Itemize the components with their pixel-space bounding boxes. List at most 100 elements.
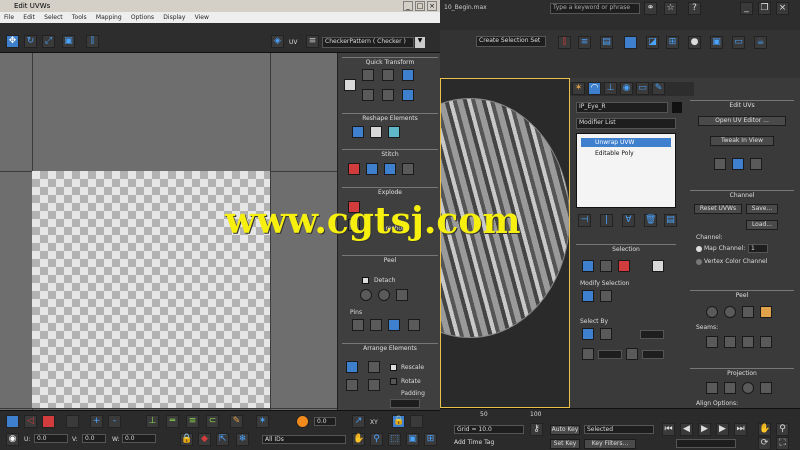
tweak-settings-icon[interactable]	[750, 158, 762, 170]
edge-mode-icon[interactable]: ◁	[24, 415, 37, 428]
peel-mode-icon[interactable]	[724, 306, 736, 318]
key-filters-button[interactable]: Key Filters...	[584, 439, 636, 449]
stitch-source-icon[interactable]	[348, 163, 360, 175]
u-field[interactable]: 0.0	[34, 434, 68, 443]
pin-icon[interactable]	[370, 319, 382, 331]
vertex-select-icon[interactable]	[582, 260, 594, 272]
zoom-view-icon[interactable]: ⚲	[776, 423, 789, 436]
stack-item-unwrap[interactable]: Unwrap UVW	[581, 138, 671, 147]
vertex-color-radio[interactable]	[696, 259, 702, 265]
layer-icon[interactable]: ▤	[600, 36, 613, 49]
stitch-target-icon[interactable]	[366, 163, 378, 175]
texture-icon[interactable]	[410, 415, 423, 428]
mirror-icon[interactable]: ⫿	[558, 36, 571, 49]
schematic-icon[interactable]: ⊞	[666, 36, 679, 49]
object-name-field[interactable]: IP_Eye_R	[576, 102, 668, 113]
relax-icon[interactable]	[370, 126, 382, 138]
space-horizontal-icon[interactable]	[362, 89, 374, 101]
graphite-icon[interactable]	[624, 36, 637, 49]
mirror-icon[interactable]: ⫿	[86, 35, 99, 48]
align-v-icon[interactable]	[382, 69, 394, 81]
add-time-tag-button[interactable]: Add Time Tag	[454, 439, 494, 446]
close-icon[interactable]: ×	[776, 2, 789, 15]
edit-seams-icon[interactable]	[706, 336, 718, 348]
tweak-in-view-button[interactable]: Tweak In View	[710, 136, 774, 146]
pan-view-icon[interactable]: ✋	[758, 423, 771, 436]
pack-custom-icon[interactable]	[346, 379, 358, 391]
planar-angle-icon[interactable]	[582, 348, 594, 360]
stitch-average-icon[interactable]	[384, 163, 396, 175]
planar-map-icon[interactable]	[706, 382, 718, 394]
menu-options[interactable]: Options	[131, 14, 154, 21]
ring-select-icon[interactable]: ═	[166, 415, 179, 428]
shrink-selection-icon[interactable]	[600, 290, 612, 302]
binoculars-icon[interactable]: ⚭	[644, 2, 657, 15]
maximize-button[interactable]: □	[415, 1, 425, 11]
falloff-field[interactable]: 0.0	[314, 417, 336, 426]
auto-pin-icon[interactable]	[408, 319, 420, 331]
menu-display[interactable]: Display	[163, 14, 185, 21]
edge-select-icon[interactable]: ≡	[186, 415, 199, 428]
current-frame-field[interactable]	[676, 439, 736, 448]
texture-dropdown[interactable]: CheckerPattern ( Checker )	[322, 37, 414, 48]
element-mode-icon[interactable]	[66, 415, 79, 428]
chevron-down-icon[interactable]: ▼	[415, 37, 425, 48]
pack-settings-icon[interactable]	[368, 379, 380, 391]
rotate-90-icon[interactable]	[402, 69, 414, 81]
search-input[interactable]: Type a keyword or phrase	[550, 3, 640, 14]
element-select-icon[interactable]	[652, 260, 664, 272]
rescale-checkbox[interactable]	[390, 364, 397, 371]
padding-field[interactable]	[390, 399, 420, 408]
load-button[interactable]: Load...	[746, 220, 778, 230]
open-uv-editor-button[interactable]: Open UV Editor ...	[698, 116, 786, 126]
move-icon[interactable]: ✥	[6, 35, 19, 48]
lock-selection-icon[interactable]: 🔒	[180, 433, 193, 446]
straighten-icon[interactable]	[352, 126, 364, 138]
make-unique-icon[interactable]: ∀	[622, 214, 635, 227]
render-frame-icon[interactable]: ▭	[732, 36, 745, 49]
align-icon[interactable]	[344, 79, 356, 91]
ignore-backfacing-icon[interactable]	[582, 328, 594, 340]
goto-end-icon[interactable]: ⏭	[734, 423, 747, 436]
relax-settings-icon[interactable]	[388, 126, 400, 138]
convert-edge-seam-icon[interactable]	[742, 336, 754, 348]
paint-select-icon[interactable]: ⊂	[206, 415, 219, 428]
auto-key-button[interactable]: Auto Key	[550, 425, 580, 435]
space-vertical-icon[interactable]	[382, 89, 394, 101]
pack-together-icon[interactable]	[368, 361, 380, 373]
selection-set-dropdown[interactable]: Create Selection Set	[476, 36, 546, 47]
menu-file[interactable]: File	[4, 14, 14, 21]
menu-view[interactable]: View	[195, 14, 209, 21]
restore-icon[interactable]: ❐	[758, 2, 771, 15]
options-icon[interactable]: ≡	[306, 35, 319, 48]
maximize-viewport-icon[interactable]: ⛶	[776, 437, 789, 450]
motion-tab-icon[interactable]: ◉	[620, 82, 633, 95]
reset-peel-icon[interactable]	[742, 306, 754, 318]
tweak-icon[interactable]	[714, 158, 726, 170]
brush-icon[interactable]: ✎	[230, 415, 243, 428]
close-button[interactable]: ×	[427, 1, 437, 11]
set-key-button[interactable]: Set Key	[550, 439, 580, 449]
symmetry-icon[interactable]: ↗	[352, 415, 365, 428]
utilities-tab-icon[interactable]: ✎	[652, 82, 665, 95]
star-seam-icon[interactable]	[760, 306, 772, 318]
v-field[interactable]: 0.0	[82, 434, 106, 443]
select-grow-icon[interactable]: +	[90, 415, 103, 428]
create-tab-icon[interactable]: ✶	[572, 82, 585, 95]
detach-checkbox[interactable]	[362, 277, 369, 284]
freeze-icon[interactable]: ⇱	[216, 433, 229, 446]
selected-dropdown[interactable]: Selected	[584, 425, 654, 434]
show-end-result-icon[interactable]: |	[600, 214, 613, 227]
select-by-element-icon[interactable]	[600, 328, 612, 340]
grid-snap-icon[interactable]: ⊞	[424, 433, 437, 446]
orbit-icon[interactable]: ⟳	[758, 437, 771, 450]
zoom-extents-icon[interactable]: ▣	[406, 433, 419, 446]
polygon-select-icon[interactable]	[618, 260, 630, 272]
expand-seam-icon[interactable]	[760, 336, 772, 348]
edge-select-icon[interactable]	[600, 260, 612, 272]
vertex-mode-icon[interactable]	[6, 415, 19, 428]
box-map-icon[interactable]	[760, 382, 772, 394]
filter-icon[interactable]: ❄	[236, 433, 249, 446]
all-ids-dropdown[interactable]: All IDs	[262, 435, 346, 444]
rotate-checkbox[interactable]	[390, 378, 397, 385]
